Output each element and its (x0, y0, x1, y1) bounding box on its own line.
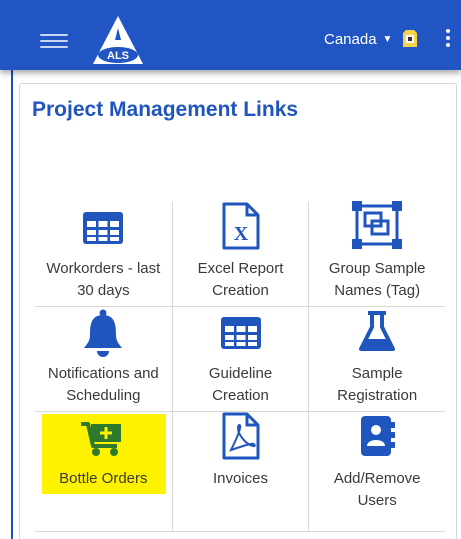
flask-icon (359, 311, 396, 351)
excel-document-icon: X (222, 202, 259, 250)
region-label: Canada (324, 31, 377, 48)
link-label: Invoices (212, 470, 269, 487)
caret-down-icon: ▼ (382, 34, 393, 45)
group-select-icon (352, 201, 403, 249)
menu-icon[interactable] (40, 34, 68, 48)
link-workorders[interactable]: Workorders - last 30 days (35, 202, 172, 306)
app-header: ALS Canada ▼ (0, 0, 461, 70)
more-options-icon[interactable] (445, 29, 451, 49)
link-label: Group Sample Names (Tag) (328, 260, 426, 299)
bell-icon (84, 309, 123, 357)
link-add-remove-users[interactable]: Add/Remove Users (308, 412, 445, 531)
link-label: Bottle Orders (59, 470, 148, 487)
link-excel-report[interactable]: X Excel Report Creation (171, 202, 309, 306)
link-label: Sample Registration (337, 365, 418, 404)
link-label: Workorders - last 30 days (46, 260, 161, 299)
link-sample-registration[interactable]: Sample Registration (308, 307, 445, 411)
link-label: Add/Remove Users (333, 470, 421, 509)
logo-text: ALS (107, 50, 129, 62)
als-logo[interactable]: ALS (91, 14, 145, 68)
panel-title: Project Management Links (32, 98, 299, 121)
table-grid-icon (83, 212, 124, 244)
svg-text:X: X (233, 223, 248, 245)
link-invoices[interactable]: Invoices (171, 412, 309, 531)
region-selector[interactable]: Canada ▼ (324, 31, 392, 48)
link-notifications[interactable]: Notifications and Scheduling (35, 307, 172, 411)
table-grid-icon (220, 317, 261, 349)
sim-card-icon[interactable] (403, 30, 417, 47)
project-links-panel: Project Management Links Workorders - la… (19, 83, 457, 539)
link-bottle-orders[interactable]: Bottle Orders (35, 412, 172, 531)
left-accent-line (11, 70, 13, 539)
link-group-sample-names[interactable]: Group Sample Names (Tag) (308, 201, 445, 306)
link-label: Notifications and Scheduling (47, 365, 159, 404)
add-to-cart-icon (81, 422, 122, 456)
links-grid: Workorders - last 30 days X Excel Report C… (35, 201, 445, 532)
link-label: Guideline Creation (208, 365, 273, 404)
link-label: Excel Report Creation (197, 260, 284, 299)
link-guideline-creation[interactable]: Guideline Creation (171, 307, 309, 411)
address-book-icon (361, 416, 396, 456)
pdf-document-icon (222, 412, 259, 460)
